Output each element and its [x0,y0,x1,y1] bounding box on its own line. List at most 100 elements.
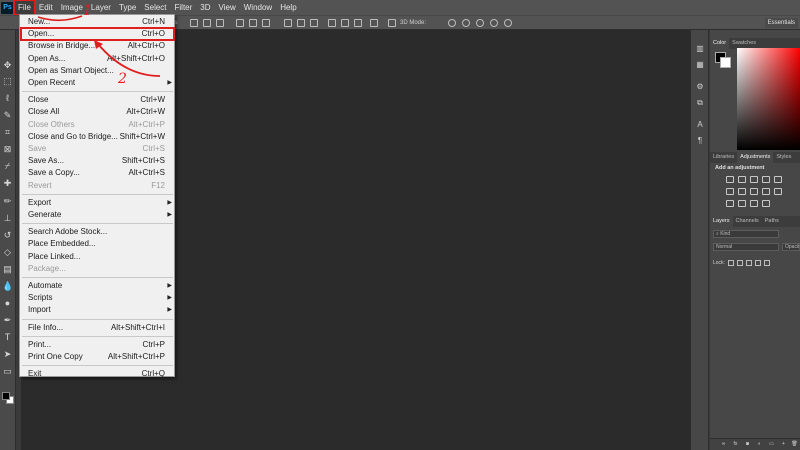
new-layer-icon[interactable]: + [780,441,787,448]
menu-view[interactable]: View [215,0,240,15]
menu-file[interactable]: File [13,0,36,16]
distribute-right-icon[interactable] [354,19,362,27]
align-center-icon[interactable] [203,19,211,27]
brush-settings-icon[interactable]: ⚙ [695,82,705,92]
lock-all-icon[interactable] [764,260,770,266]
tab-layers[interactable]: Layers [710,216,733,227]
hue-saturation-icon[interactable] [726,188,734,195]
distribute-left-icon[interactable] [328,19,336,27]
tab-channels[interactable]: Channels [733,216,762,227]
auto-align-icon[interactable] [370,19,378,27]
file-menu-item-save-a-copy[interactable]: Save a Copy... Alt+Ctrl+S [21,167,174,179]
lock-position-icon[interactable] [746,260,752,266]
file-menu-item-close-all[interactable]: Close All Alt+Ctrl+W [21,106,174,118]
file-menu-item-print[interactable]: Print... Ctrl+P [21,339,174,351]
opacity-field[interactable]: Opacity [782,243,800,251]
lock-artboard-icon[interactable] [755,260,761,266]
frame-tool-icon[interactable]: ⊠ [2,144,13,155]
gradient-tool-icon[interactable]: ▤ [2,264,13,275]
menu-type[interactable]: Type [115,0,140,15]
color-panel-background-swatch[interactable] [720,57,731,68]
3d-scale-icon[interactable] [504,19,512,27]
foreground-background-colors[interactable] [2,392,14,404]
file-menu-item-close[interactable]: Close Ctrl+W [21,94,174,106]
align-left-icon[interactable] [190,19,198,27]
new-adjustment-icon[interactable]: ◐ [756,441,763,448]
pen-tool-icon[interactable]: ✒ [2,315,13,326]
invert-icon[interactable] [726,200,734,207]
file-menu-item-open[interactable]: Open... Ctrl+O [20,27,175,42]
link-layers-icon[interactable]: ∞ [720,441,727,448]
tab-libraries[interactable]: Libraries [710,152,737,163]
file-menu-item-scripts[interactable]: Scripts ▶ [21,292,174,304]
eyedropper-tool-icon[interactable]: ⌿ [2,161,13,172]
photo-filter-icon[interactable] [762,188,770,195]
file-menu-item-save-as[interactable]: Save As... Shift+Ctrl+S [21,155,174,167]
file-menu-item-close-and-go-to-bridge[interactable]: Close and Go to Bridge... Shift+Ctrl+W [21,131,174,143]
black-white-icon[interactable] [750,188,758,195]
distribute-middle-icon[interactable] [297,19,305,27]
channel-mixer-icon[interactable] [774,188,782,195]
vibrance-icon[interactable] [774,176,782,183]
brush-tool-icon[interactable]: ✏ [2,196,13,207]
lasso-tool-icon[interactable]: ℓ [2,93,13,104]
align-right-icon[interactable] [216,19,224,27]
3d-mode-icon[interactable] [388,19,396,27]
3d-roll-icon[interactable] [462,19,470,27]
tab-color[interactable]: Color [710,38,730,49]
clone-stamp-tool-icon[interactable]: ⊥ [2,213,13,224]
file-menu-item-automate[interactable]: Automate ▶ [21,280,174,292]
file-menu-item-print-one-copy[interactable]: Print One Copy Alt+Shift+Ctrl+P [21,351,174,363]
align-bottom-icon[interactable] [262,19,270,27]
gradient-map-icon[interactable] [762,200,770,207]
blend-mode-select[interactable]: Normal [713,243,779,251]
tab-styles[interactable]: Styles [773,152,794,163]
threshold-icon[interactable] [750,200,758,207]
menu-help[interactable]: Help [276,0,300,15]
path-selection-tool-icon[interactable]: ➤ [2,349,13,360]
properties-panel-icon[interactable]: ▦ [695,60,705,70]
file-menu-item-exit[interactable]: Exit Ctrl+Q [21,368,174,380]
lock-image-icon[interactable] [737,260,743,266]
3d-rotate-icon[interactable] [448,19,456,27]
posterize-icon[interactable] [738,200,746,207]
align-middle-icon[interactable] [249,19,257,27]
align-top-icon[interactable] [236,19,244,27]
file-menu-item-export[interactable]: Export ▶ [21,197,174,209]
layer-style-icon[interactable]: fx [732,441,739,448]
color-picker-field[interactable] [737,48,800,150]
menu-filter[interactable]: Filter [171,0,197,15]
character-panel-icon[interactable]: A [695,120,705,130]
history-panel-icon[interactable]: ▥ [695,44,705,54]
file-menu-item-open-recent[interactable]: Open Recent ▶ [21,77,174,89]
lock-transparent-icon[interactable] [728,260,734,266]
workspace-switcher[interactable]: Essentials [764,18,798,28]
file-menu-item-place-linked[interactable]: Place Linked... [21,251,174,263]
distribute-bottom-icon[interactable] [310,19,318,27]
brightness-contrast-icon[interactable] [726,176,734,183]
foreground-color-swatch[interactable] [2,392,10,400]
marquee-tool-icon[interactable]: ⬚ [2,76,13,87]
layer-filter-select[interactable]: ⌕ Kind [713,230,779,238]
3d-slide-icon[interactable] [490,19,498,27]
file-menu-item-generate[interactable]: Generate ▶ [21,209,174,221]
dodge-tool-icon[interactable]: ● [2,298,13,309]
tab-paths[interactable]: Paths [762,216,782,227]
crop-tool-icon[interactable]: ⌗ [2,127,13,138]
blur-tool-icon[interactable]: 💧 [2,281,13,292]
tab-adjustments[interactable]: Adjustments [737,152,774,163]
distribute-center-icon[interactable] [341,19,349,27]
add-mask-icon[interactable]: ◙ [744,441,751,448]
color-balance-icon[interactable] [738,188,746,195]
file-menu-item-open-as-smart-object[interactable]: Open as Smart Object... [21,65,174,77]
exposure-icon[interactable] [762,176,770,183]
file-menu-item-open-as[interactable]: Open As... Alt+Shift+Ctrl+O [21,53,174,65]
new-group-icon[interactable]: ▭ [768,441,775,448]
menu-3d[interactable]: 3D [196,0,214,15]
curves-icon[interactable] [750,176,758,183]
menu-select[interactable]: Select [140,0,170,15]
menu-window[interactable]: Window [240,0,276,15]
history-brush-tool-icon[interactable]: ↺ [2,230,13,241]
distribute-top-icon[interactable] [284,19,292,27]
3d-pan-icon[interactable] [476,19,484,27]
